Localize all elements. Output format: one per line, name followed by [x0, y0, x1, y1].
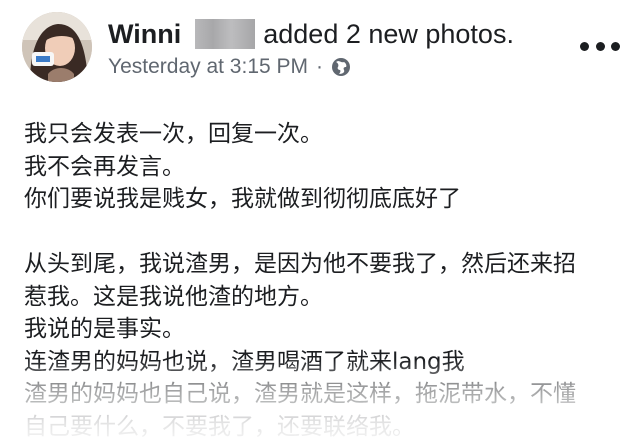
post-meta: Yesterday at 3:15 PM ·	[108, 52, 351, 82]
post-body-line: 自己要什么，不要我了，还要联络我。	[24, 413, 415, 440]
post-body-line: 我不会再发言。	[24, 153, 185, 180]
post-body-line: 你们要说我是贱女，我就做到彻彻底底好了	[24, 186, 461, 212]
post-body-line: 从头到尾，我说渣男，是因为他不要我了，然后还来招	[24, 251, 576, 277]
more-options-button[interactable]	[580, 34, 620, 58]
author-name[interactable]: Winni	[108, 19, 181, 50]
avatar[interactable]	[22, 12, 92, 82]
post-body-line: 惹我。这是我说他渣的地方。	[24, 283, 323, 310]
post-header-line: Winni added 2 new photos.	[108, 14, 514, 54]
facebook-post: Winni added 2 new photos. Yesterday at 3…	[0, 0, 640, 444]
more-options-icon	[580, 41, 589, 51]
more-options-icon-dot	[611, 41, 620, 51]
post-body-line: 我说的是事实。	[24, 316, 185, 342]
post-body: 我只会发表一次，回复一次。 我不会再发言。 你们要说我是贱女，我就做到彻彻底底好…	[24, 118, 624, 443]
meta-separator: ·	[316, 55, 324, 78]
globe-icon[interactable]	[331, 57, 351, 77]
redacted-name-block	[195, 19, 256, 49]
post-body-line: 渣男的妈妈也自己说，渣男就是这样，拖泥带水，不懂	[24, 381, 576, 407]
post-action-text: added 2 new photos.	[263, 18, 514, 49]
more-options-icon-dot	[595, 41, 605, 51]
paragraph-break	[24, 216, 624, 249]
avatar-photo	[22, 12, 92, 82]
post-timestamp[interactable]: Yesterday at 3:15 PM	[108, 55, 308, 79]
post-body-line: 连渣男的妈妈也说，渣男喝酒了就来lang我	[24, 348, 465, 375]
post-body-line: 我只会发表一次，回复一次。	[24, 121, 323, 147]
